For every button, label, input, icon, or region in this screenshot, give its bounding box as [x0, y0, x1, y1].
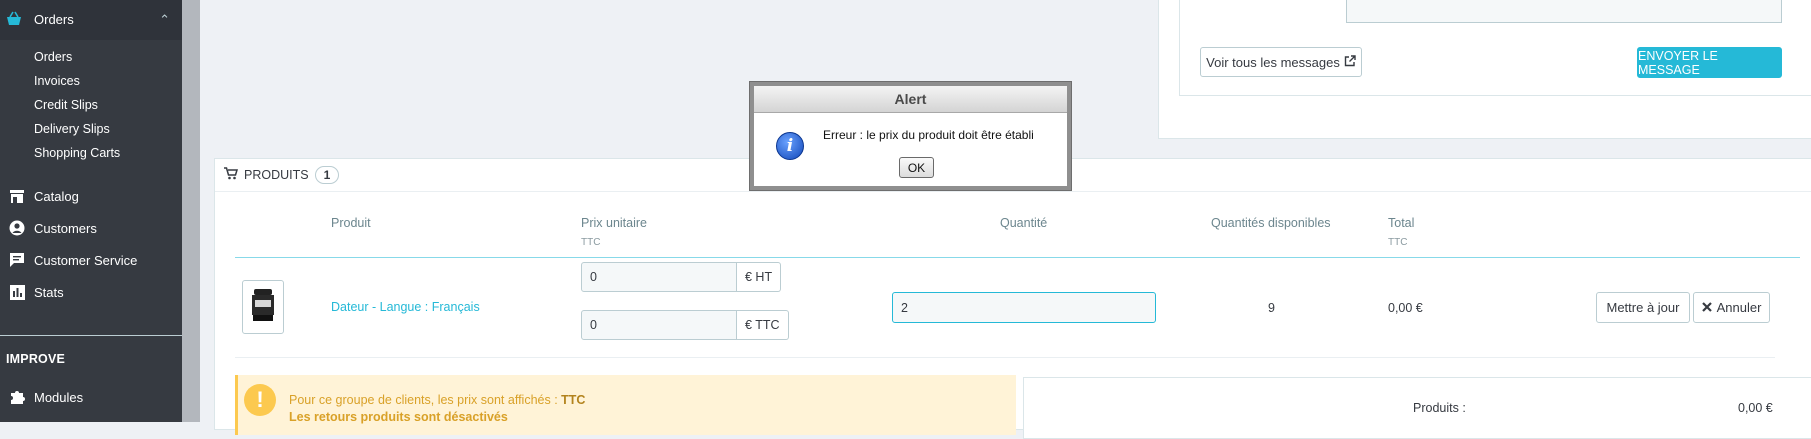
sidebar-item-label: Catalog — [34, 188, 79, 204]
warning-line-1: Pour ce groupe de clients, les prix sont… — [289, 393, 585, 407]
available-quantity: 9 — [1268, 301, 1275, 315]
sidebar-item-orders[interactable]: Orders ⌃ — [0, 0, 182, 40]
sidebar-item-label: Orders — [34, 12, 74, 27]
sidebar-item-stats[interactable]: Stats — [0, 280, 182, 304]
column-header-unit-price: Prix unitaire — [581, 216, 647, 230]
chat-icon — [0, 252, 34, 268]
ok-button[interactable]: OK — [899, 157, 934, 178]
basket-icon — [6, 11, 22, 30]
row-total: 0,00 € — [1388, 301, 1423, 315]
sidebar-scroll-gutter — [182, 0, 200, 422]
sidebar-item-catalog[interactable]: Catalog — [0, 184, 182, 208]
cancel-label: Annuler — [1716, 300, 1762, 315]
column-header-total: Total — [1388, 216, 1415, 230]
price-ht-input[interactable]: 0 — [581, 262, 737, 292]
cancel-button[interactable]: Annuler — [1693, 292, 1770, 323]
price-ht-addon: € HT — [737, 262, 782, 292]
sidebar-item-label: Customer Service — [34, 252, 138, 268]
sidebar-item-label: Customers — [34, 220, 97, 236]
sidebar-item-label: Stats — [34, 284, 64, 300]
product-name-link[interactable]: Dateur - Langue : Français — [331, 300, 480, 314]
products-title: PRODUITS — [244, 168, 309, 182]
price-ht-group: 0 € HT — [581, 262, 782, 292]
table-row-divider — [235, 357, 1775, 358]
sidebar-subitem-invoices[interactable]: Invoices — [34, 74, 80, 88]
column-header-quantity: Quantité — [1000, 216, 1048, 230]
sidebar-subitem-delivery-slips[interactable]: Delivery Slips — [34, 122, 110, 136]
sidebar-item-customer-service[interactable]: Customer Service — [0, 248, 182, 272]
product-thumbnail — [242, 280, 284, 334]
price-ttc-addon: € TTC — [737, 310, 789, 340]
table-header-divider — [235, 257, 1800, 258]
alert-message: Erreur : le prix du produit doit être ét… — [823, 128, 1034, 142]
view-all-messages-label: Voir tous les messages — [1206, 54, 1340, 70]
column-subheader-unit-price: TTC — [581, 237, 601, 248]
puzzle-icon — [0, 389, 34, 405]
alert-dialog: Alert i Erreur : le prix du produit doit… — [750, 82, 1071, 190]
sidebar-subitem-shopping-carts[interactable]: Shopping Carts — [34, 146, 120, 160]
warning-icon: ! — [244, 384, 276, 416]
close-icon — [1701, 300, 1712, 315]
sidebar-item-customers[interactable]: Customers — [0, 216, 182, 240]
warning-line-1-value: TTC — [561, 393, 586, 407]
sidebar: Orders ⌃ Orders Invoices Credit Slips De… — [0, 0, 182, 422]
sidebar-subitem-orders[interactable]: Orders — [34, 50, 72, 64]
price-ttc-group: 0 € TTC — [581, 310, 789, 340]
totals-products-label: Produits : — [1413, 401, 1466, 415]
column-header-product: Produit — [331, 216, 371, 230]
view-all-messages-button[interactable]: Voir tous les messages — [1200, 47, 1362, 77]
column-subheader-total: TTC — [1388, 237, 1408, 248]
shopping-cart-icon — [224, 167, 239, 183]
quantity-input[interactable]: 2 — [892, 292, 1156, 323]
message-textarea[interactable] — [1346, 0, 1782, 23]
send-message-button[interactable]: ENVOYER LE MESSAGE — [1637, 47, 1782, 78]
sidebar-section-improve: IMPROVE — [6, 352, 66, 366]
chevron-up-icon[interactable]: ⌃ — [159, 12, 170, 28]
warning-line-1-text: Pour ce groupe de clients, les prix sont… — [289, 393, 558, 407]
store-icon — [0, 189, 34, 204]
products-card-header: PRODUITS 1 — [224, 166, 340, 184]
bar-chart-icon — [0, 284, 34, 300]
alert-title: Alert — [754, 86, 1067, 113]
sidebar-item-label: Modules — [34, 389, 84, 405]
totals-products-value: 0,00 € — [1738, 401, 1773, 415]
info-icon: i — [776, 132, 804, 160]
sidebar-subitem-credit-slips[interactable]: Credit Slips — [34, 98, 98, 112]
user-circle-icon — [0, 220, 34, 236]
external-link-icon — [1344, 54, 1356, 70]
sidebar-item-modules[interactable]: Modules — [0, 385, 182, 409]
column-header-available: Quantités disponibles — [1211, 216, 1331, 230]
sidebar-divider — [0, 335, 182, 336]
price-ttc-input[interactable]: 0 — [581, 310, 737, 340]
card-header-divider — [215, 191, 1811, 192]
update-button[interactable]: Mettre à jour — [1596, 292, 1690, 323]
products-count-badge: 1 — [314, 166, 340, 184]
